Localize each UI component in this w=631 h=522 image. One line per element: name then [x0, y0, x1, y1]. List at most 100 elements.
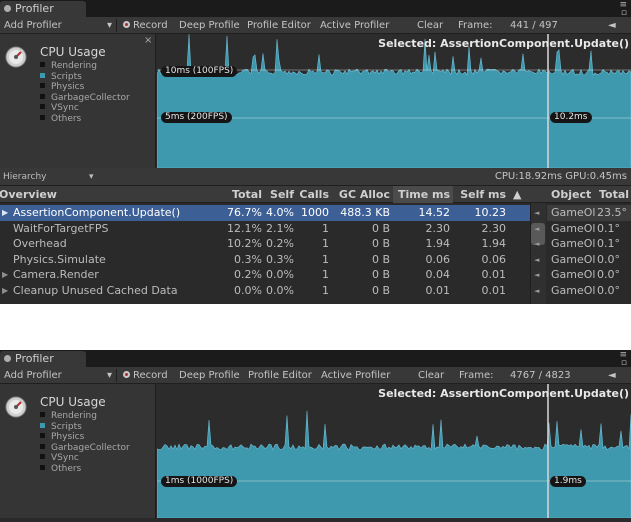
add-profiler-dropdown[interactable]: Add Profiler ▾: [0, 17, 116, 34]
category-scripts[interactable]: Scripts: [40, 422, 130, 433]
profile-editor-button[interactable]: Profile Editor: [244, 367, 316, 384]
close-icon[interactable]: ×: [144, 35, 152, 46]
category-list: Rendering Scripts Physics GarbageCollect…: [40, 411, 130, 474]
cell-object: GameOl: [551, 206, 596, 219]
object-row[interactable]: GameOl 0.1°: [547, 236, 631, 252]
add-profiler-dropdown[interactable]: Add Profiler ▾: [0, 367, 116, 384]
clear-button[interactable]: Clear: [414, 367, 448, 384]
object-row[interactable]: GameOl 0.0°: [547, 283, 631, 299]
category-rendering[interactable]: Rendering: [40, 411, 130, 422]
category-scripts[interactable]: Scripts: [40, 72, 130, 83]
expand-arrow-icon[interactable]: ▶: [2, 267, 8, 283]
category-vsync[interactable]: VSync: [40, 103, 130, 114]
prev-frame-button[interactable]: ◄: [604, 17, 620, 34]
object-row[interactable]: GameOl 0.1°: [547, 221, 631, 237]
cpu-graph-plot[interactable]: [157, 34, 631, 168]
category-garbage-collector[interactable]: GarbageCollector: [40, 443, 130, 454]
record-button[interactable]: Record: [119, 17, 172, 34]
column-header-object-total[interactable]: Total: [599, 186, 629, 203]
table-row[interactable]: Physics.Simulate 0.3% 0.3% 1 0 B 0.06 0.06: [0, 252, 530, 268]
cpu-usage-graph[interactable]: Selected: AssertionComponent.Update() 1m…: [157, 384, 631, 518]
maximize-icon[interactable]: ▫: [619, 359, 627, 368]
record-label: Record: [133, 20, 168, 31]
column-header-total[interactable]: Total: [222, 186, 262, 203]
category-label: Others: [51, 113, 82, 124]
maximize-icon[interactable]: ▫: [619, 9, 627, 18]
cell-total: 76.7%: [227, 206, 262, 219]
unity-icon: [4, 5, 11, 12]
cell-self: 0.3%: [266, 252, 294, 266]
deep-profile-button[interactable]: Deep Profile: [175, 17, 244, 34]
cell-total: 12.1%: [227, 221, 262, 235]
frame-marker-value: 1.9ms: [550, 476, 586, 487]
window-tabbar: Profiler ≡ ▫: [0, 0, 631, 18]
column-header-self[interactable]: Self: [262, 186, 294, 203]
profiler-tab[interactable]: Profiler: [0, 351, 86, 367]
category-rendering[interactable]: Rendering: [40, 61, 130, 72]
object-row[interactable]: GameOl 0.0°: [547, 252, 631, 268]
object-row-arrow-icon[interactable]: ◄: [534, 271, 539, 279]
clear-button[interactable]: Clear: [413, 17, 447, 34]
toolbar-divider: [116, 369, 117, 382]
object-row-arrow-icon[interactable]: ◄: [534, 225, 539, 233]
table-row[interactable]: ▶ AssertionComponent.Update() 76.7% 4.0% 100…: [0, 205, 530, 221]
category-vsync[interactable]: VSync: [40, 453, 130, 464]
category-garbage-collector[interactable]: GarbageCollector: [40, 93, 130, 104]
object-row-arrow-icon[interactable]: ◄: [534, 256, 539, 264]
active-profiler-button[interactable]: Active Profiler: [317, 367, 394, 384]
prev-frame-button[interactable]: ◄: [604, 367, 620, 384]
tab-title: Profiler: [15, 2, 54, 15]
category-physics[interactable]: Physics: [40, 432, 130, 443]
cell-function-name: WaitForTargetFPS: [13, 221, 109, 235]
table-row[interactable]: ▶ Cleanup Unused Cached Data 0.0% 0.0% 1 0 B 0…: [0, 283, 530, 299]
active-profiler-button[interactable]: Active Profiler: [316, 17, 393, 34]
table-row[interactable]: WaitForTargetFPS 12.1% 2.1% 1 0 B 2.30 2.30: [0, 221, 530, 237]
expand-arrow-icon[interactable]: ▶: [2, 205, 8, 221]
cell-object-total: 0.1°: [597, 237, 620, 250]
category-physics[interactable]: Physics: [40, 82, 130, 93]
object-row[interactable]: GameOl 0.0°: [547, 267, 631, 283]
category-others[interactable]: Others: [40, 464, 130, 475]
expand-arrow-icon[interactable]: ▶: [2, 283, 8, 299]
frame-counter: 4767 / 4823: [510, 370, 571, 381]
profile-editor-button[interactable]: Profile Editor: [243, 17, 315, 34]
cell-object: GameOl: [551, 268, 596, 281]
column-header-overview[interactable]: Overview: [0, 186, 57, 203]
graph-line-label-10ms: 10ms (100FPS): [161, 66, 238, 77]
cell-object: GameOl: [551, 252, 596, 266]
table-row[interactable]: Overhead 10.2% 0.2% 1 0 B 1.94 1.94: [0, 236, 530, 252]
object-row-arrow-icon[interactable]: ◄: [534, 287, 539, 295]
column-header-calls[interactable]: Calls: [294, 186, 329, 203]
object-row-arrow-icon[interactable]: ◄: [534, 240, 539, 248]
cell-object-total: 0.0°: [597, 252, 620, 266]
profiler-tab[interactable]: Profiler: [0, 1, 86, 17]
object-row-arrow-icon[interactable]: ◄: [534, 209, 539, 217]
cell-self: 4.0%: [266, 206, 294, 219]
column-header-self-ms[interactable]: Self ms: [453, 186, 506, 203]
record-icon: [123, 21, 130, 28]
sort-arrow-icon[interactable]: ▲: [513, 186, 521, 203]
deep-profile-button[interactable]: Deep Profile: [175, 367, 244, 384]
unity-icon: [4, 355, 11, 362]
window-controls[interactable]: ≡ ▫: [619, 351, 627, 368]
cell-self-ms: 2.30: [481, 221, 507, 235]
category-swatch: [40, 412, 45, 417]
selected-sample-label: Selected: AssertionComponent.Update(): [378, 387, 629, 400]
category-swatch: [40, 454, 45, 459]
window-controls[interactable]: ≡ ▫: [619, 1, 627, 18]
column-header-time-ms[interactable]: Time ms: [393, 186, 453, 203]
record-button[interactable]: Record: [119, 367, 172, 384]
add-profiler-label: Add Profiler: [4, 20, 62, 31]
column-header-object[interactable]: Object: [551, 186, 591, 203]
cell-gc-alloc: 488.3 KB: [340, 206, 390, 219]
view-mode-dropdown[interactable]: Hierarchy ▾: [3, 170, 94, 184]
category-others[interactable]: Others: [40, 114, 130, 125]
category-swatch: [40, 104, 45, 109]
table-row[interactable]: ▶ Camera.Render 0.2% 0.0% 1 0 B 0.04 0.01: [0, 267, 530, 283]
cpu-graph-plot[interactable]: [157, 384, 631, 518]
category-label: GarbageCollector: [51, 442, 130, 453]
chevron-down-icon: ▾: [107, 20, 113, 31]
cpu-usage-graph[interactable]: Selected: AssertionComponent.Update() 10…: [157, 34, 631, 168]
object-row[interactable]: GameOl 23.5°: [547, 205, 631, 221]
column-header-gc-alloc[interactable]: GC Alloc: [329, 186, 390, 203]
